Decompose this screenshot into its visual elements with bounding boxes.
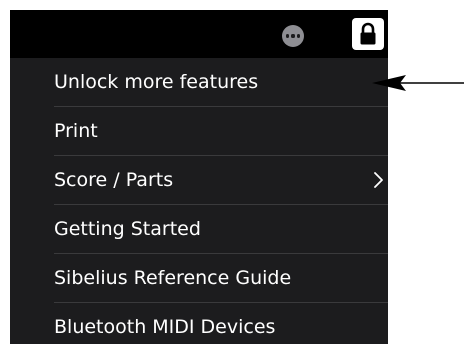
menu-item-print[interactable]: Print	[10, 107, 388, 155]
menu-item-label: Print	[54, 120, 98, 142]
more-dot-1	[286, 34, 290, 38]
more-dot-2	[291, 34, 295, 38]
menu-item-label: Score / Parts	[54, 169, 174, 191]
menu-item-label: Sibelius Reference Guide	[54, 267, 292, 289]
menu-item-score-parts[interactable]: Score / Parts	[10, 156, 388, 204]
screenshot: Unlock more features Print Score / Parts…	[0, 0, 464, 344]
more-dot-3	[296, 34, 300, 38]
menu-item-unlock-more-features[interactable]: Unlock more features	[10, 58, 388, 106]
more-options-icon[interactable]	[282, 25, 304, 47]
lock-icon[interactable]	[352, 18, 384, 50]
menu-item-label: Unlock more features	[54, 71, 259, 93]
chevron-right-icon	[374, 172, 383, 188]
app-menu: Unlock more features Print Score / Parts…	[10, 58, 388, 344]
arrow-left-icon	[372, 75, 464, 91]
menu-item-bluetooth-midi-devices[interactable]: Bluetooth MIDI Devices	[10, 303, 388, 344]
top-toolbar	[10, 10, 388, 58]
menu-item-getting-started[interactable]: Getting Started	[10, 205, 388, 253]
menu-item-label: Getting Started	[54, 218, 201, 240]
menu-item-label: Bluetooth MIDI Devices	[54, 316, 276, 338]
menu-item-sibelius-reference-guide[interactable]: Sibelius Reference Guide	[10, 254, 388, 302]
